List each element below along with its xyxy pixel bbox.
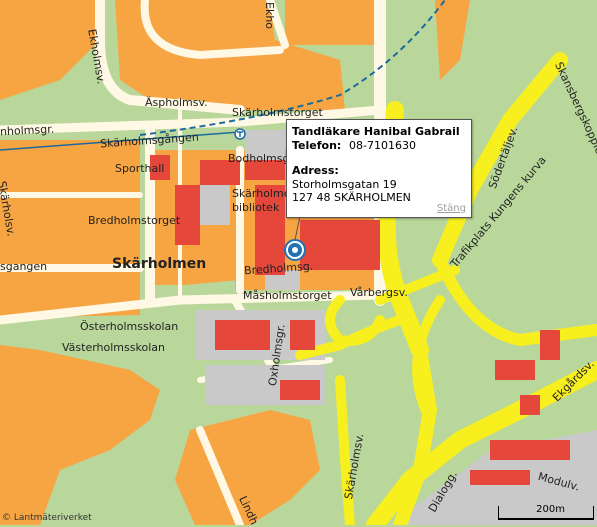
popup-address-label: Adress: [292, 164, 339, 177]
popup-phone: 08-7101630 [349, 139, 416, 152]
subway-icon [234, 128, 246, 140]
scale-bar: 200m [498, 504, 594, 520]
map-canvas[interactable] [0, 0, 597, 525]
location-marker-icon [284, 239, 306, 261]
scale-label: 200m [536, 504, 565, 515]
info-popup: Tandläkare Hanibal Gabrail Telefon: 08-7… [286, 119, 472, 218]
popup-postal: 127 48 SKÄRHOLMEN [292, 191, 411, 204]
map-credit: © Lantmäteriverket [2, 513, 92, 523]
popup-street: Storholmsgatan 19 [292, 178, 397, 191]
popup-title: Tandläkare Hanibal Gabrail [292, 125, 460, 138]
popup-phone-label: Telefon: [292, 139, 342, 152]
popup-close-link[interactable]: Stäng [437, 203, 466, 214]
